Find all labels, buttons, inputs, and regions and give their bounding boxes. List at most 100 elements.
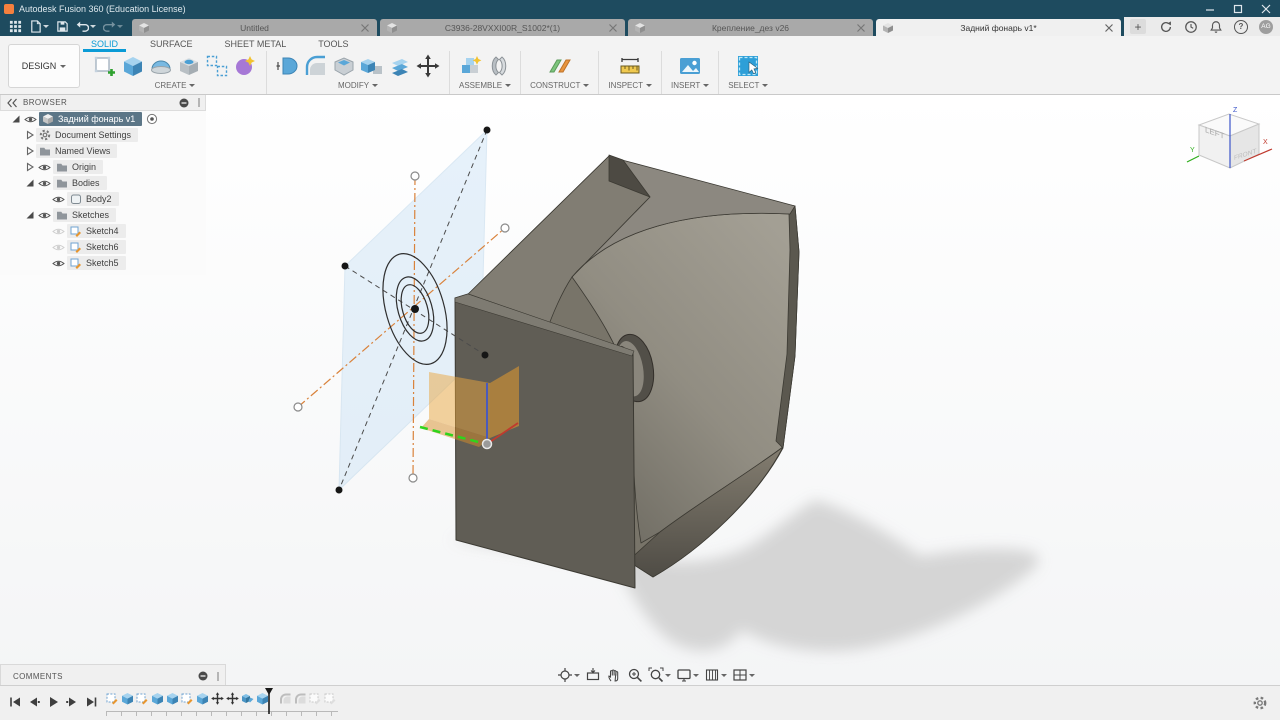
tree-row-body2[interactable]: Body2 xyxy=(0,191,206,207)
undo-button[interactable] xyxy=(76,20,96,33)
press-pull-tool[interactable] xyxy=(276,54,300,78)
help-button[interactable]: ? xyxy=(1234,19,1248,34)
orbit-button[interactable] xyxy=(556,667,581,683)
tree-row-sketches[interactable]: Sketches xyxy=(0,207,206,223)
step-back-button[interactable] xyxy=(27,695,41,709)
tree-row-origin[interactable]: Origin xyxy=(0,159,206,175)
tab-surface[interactable]: SURFACE xyxy=(147,38,196,50)
timeline-feature-sketch-3[interactable] xyxy=(136,692,149,705)
activate-component-radio[interactable] xyxy=(146,113,158,125)
tab-tools[interactable]: TOOLS xyxy=(315,38,351,50)
orbit-dropdown-caret[interactable] xyxy=(574,673,580,680)
tab-sheet-metal[interactable]: SHEET METAL xyxy=(222,38,290,50)
application-grid-button[interactable] xyxy=(9,20,22,33)
tree-row-sketch6[interactable]: Sketch6 xyxy=(0,239,206,255)
close-tab-icon[interactable] xyxy=(607,22,619,34)
document-tab-untitled[interactable]: Untitled xyxy=(132,19,377,36)
zoom-button[interactable] xyxy=(626,667,644,683)
hole-tool[interactable] xyxy=(177,54,201,78)
close-tab-icon[interactable] xyxy=(855,22,867,34)
file-menu-button[interactable] xyxy=(29,20,49,33)
tree-row-sketch4[interactable]: Sketch4 xyxy=(0,223,206,239)
file-menu-caret[interactable] xyxy=(43,25,49,31)
assemble-dropdown[interactable]: ASSEMBLE xyxy=(459,81,512,94)
grid-display-button[interactable] xyxy=(703,667,728,683)
inspect-dropdown[interactable]: INSPECT xyxy=(608,81,653,94)
panel-resize-grip[interactable] xyxy=(198,98,200,107)
revolve-tool[interactable] xyxy=(149,54,173,78)
timeline-feature-move-9[interactable] xyxy=(226,692,239,705)
timeline-playhead[interactable] xyxy=(264,688,274,716)
tab-solid[interactable]: SOLID xyxy=(82,38,127,52)
timeline-feature-extrude-4[interactable] xyxy=(151,692,164,705)
visibility-eye-icon[interactable] xyxy=(38,211,51,220)
account-avatar[interactable]: AG xyxy=(1259,19,1273,34)
expander-icon[interactable] xyxy=(24,129,36,141)
tree-row-sketch5[interactable]: Sketch5 xyxy=(0,255,206,271)
pan-button[interactable] xyxy=(605,667,623,683)
visibility-eye-icon-hidden[interactable] xyxy=(52,243,65,252)
timeline-feature-combine-10[interactable] xyxy=(241,692,254,705)
expander-icon[interactable] xyxy=(24,161,36,173)
expander-icon[interactable] xyxy=(24,145,36,157)
undo-caret[interactable] xyxy=(90,25,96,31)
panel-options-icon[interactable] xyxy=(197,670,209,682)
document-tab-kreplenie[interactable]: Крепление_дез v26 xyxy=(628,19,873,36)
visibility-eye-icon[interactable] xyxy=(38,179,51,188)
grid-display-dropdown-caret[interactable] xyxy=(721,673,727,680)
timeline-feature-extrude-7[interactable] xyxy=(196,692,209,705)
look-at-button[interactable] xyxy=(584,667,602,683)
timeline-settings-gear-icon[interactable] xyxy=(1252,695,1268,711)
modify-dropdown[interactable]: MODIFY xyxy=(338,81,379,94)
fillet-tool[interactable] xyxy=(304,54,328,78)
window-zoom-button[interactable] xyxy=(647,667,672,683)
rectangular-pattern-tool[interactable] xyxy=(205,54,229,78)
workspace-selector[interactable]: DESIGN xyxy=(8,44,80,88)
timeline-feature-move-8[interactable] xyxy=(211,692,224,705)
construction-plane-tool[interactable] xyxy=(548,54,572,78)
expander-icon[interactable] xyxy=(24,209,36,221)
combine-tool[interactable] xyxy=(360,54,384,78)
select-dropdown[interactable]: SELECT xyxy=(728,81,769,94)
model-body2[interactable] xyxy=(454,154,800,589)
tree-row-document-settings[interactable]: Document Settings xyxy=(0,127,206,143)
go-to-end-button[interactable] xyxy=(84,695,98,709)
new-component-tool[interactable] xyxy=(459,54,483,78)
collapse-panel-icon[interactable] xyxy=(6,97,18,109)
display-settings-dropdown-caret[interactable] xyxy=(693,673,699,680)
expander-icon[interactable] xyxy=(24,177,36,189)
select-tool[interactable] xyxy=(736,54,760,78)
play-button[interactable] xyxy=(46,695,60,709)
viewports-button[interactable] xyxy=(731,667,756,683)
timeline-feature-sketch-1[interactable] xyxy=(106,692,119,705)
document-tab-zadniy-fonar[interactable]: Задний фонарь v1* xyxy=(876,19,1121,36)
manipulator-origin-handle[interactable] xyxy=(481,438,493,450)
expander-icon[interactable] xyxy=(10,113,22,125)
redo-button[interactable] xyxy=(103,20,123,33)
window-zoom-dropdown-caret[interactable] xyxy=(665,673,671,680)
new-tab-button[interactable]: + xyxy=(1130,19,1146,34)
minimize-button[interactable] xyxy=(1196,0,1224,17)
panel-options-icon[interactable] xyxy=(178,97,190,109)
sync-icon[interactable] xyxy=(1159,20,1173,34)
move-copy-tool[interactable] xyxy=(416,54,440,78)
joint-tool[interactable] xyxy=(487,54,511,78)
timeline-feature-sketch-14-suppressed[interactable] xyxy=(309,692,322,705)
view-cube[interactable]: LEFT FRONT Z X Y xyxy=(1184,100,1274,180)
tree-row-bodies[interactable]: Bodies xyxy=(0,175,206,191)
visibility-eye-icon-hidden[interactable] xyxy=(52,227,65,236)
step-forward-button[interactable] xyxy=(65,695,79,709)
timeline-feature-sketch-6[interactable] xyxy=(181,692,194,705)
close-tab-icon[interactable] xyxy=(1103,22,1115,34)
visibility-eye-icon[interactable] xyxy=(52,195,65,204)
visibility-eye-icon[interactable] xyxy=(38,163,51,172)
recent-clock-icon[interactable] xyxy=(1184,20,1198,34)
timeline-feature-sketch-15-suppressed[interactable] xyxy=(324,692,337,705)
go-to-start-button[interactable] xyxy=(8,695,22,709)
document-tab-c3936[interactable]: C3936-28VXXI00R_S1002*(1) xyxy=(380,19,625,36)
create-sketch-tool[interactable] xyxy=(93,54,117,78)
shell-tool[interactable] xyxy=(332,54,356,78)
tree-row-root[interactable]: Задний фонарь v1 xyxy=(0,111,206,127)
redo-caret[interactable] xyxy=(117,25,123,31)
timeline-feature-fillet-13-suppressed[interactable] xyxy=(294,692,307,705)
